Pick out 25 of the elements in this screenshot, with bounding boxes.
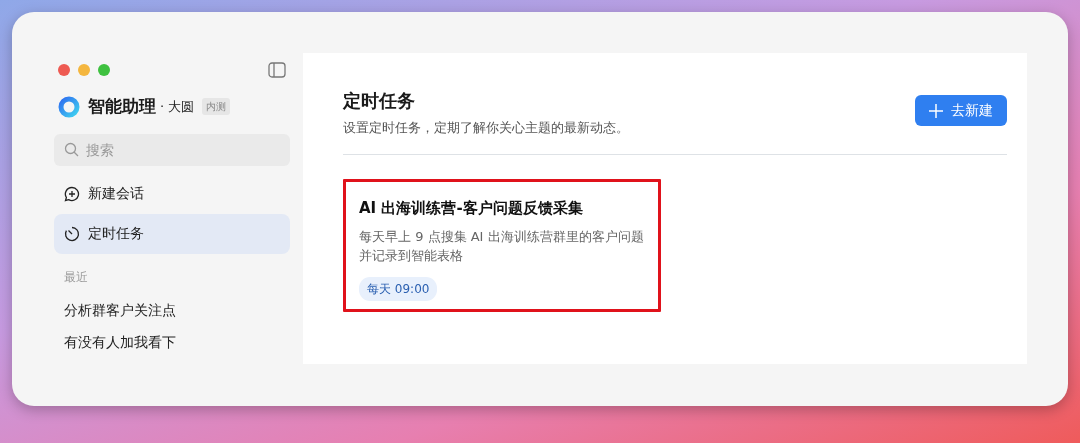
clock-icon — [64, 225, 80, 242]
recent-item[interactable]: 分析群客户关注点 — [54, 293, 290, 326]
zoom-button[interactable] — [98, 64, 110, 76]
logo-icon — [58, 95, 80, 118]
sidebar-toggle-icon[interactable] — [268, 62, 286, 78]
task-card[interactable]: AI 出海训练营-客户问题反馈采集 每天早上 9 点搜集 AI 出海训练营群里的客户问题并记录到智能表格 每天 09:00 — [343, 178, 661, 312]
recent-item[interactable]: 有没有人加我看下 — [54, 325, 290, 358]
chat-plus-icon — [64, 185, 80, 202]
sidebar-item[interactable]: 定时任务 — [54, 213, 290, 254]
page-subtitle: 设置定时任务，定期了解你关心主题的最新动态。 — [343, 119, 629, 137]
beta-badge: 内测 — [202, 98, 231, 116]
search-field[interactable]: 搜索 — [54, 133, 290, 166]
task-description: 每天早上 9 点搜集 AI 出海训练营群里的客户问题并记录到智能表格 — [359, 228, 645, 265]
workspace-name: · 大圆 — [160, 98, 195, 116]
sidebar-item[interactable]: 新建会话 — [54, 173, 290, 214]
search-icon — [64, 141, 79, 157]
schedule-tag: 每天 09:00 — [359, 277, 438, 301]
minimize-button[interactable] — [78, 64, 90, 76]
plus-icon — [929, 103, 943, 118]
close-button[interactable] — [58, 64, 70, 76]
task-title: AI 出海训练营-客户问题反馈采集 — [359, 197, 584, 219]
new-task-button[interactable]: 去新建 — [915, 95, 1007, 126]
app-title: 智能助理 — [88, 95, 156, 118]
page-title: 定时任务 — [343, 89, 416, 113]
section-heading: 最近 — [64, 268, 89, 286]
